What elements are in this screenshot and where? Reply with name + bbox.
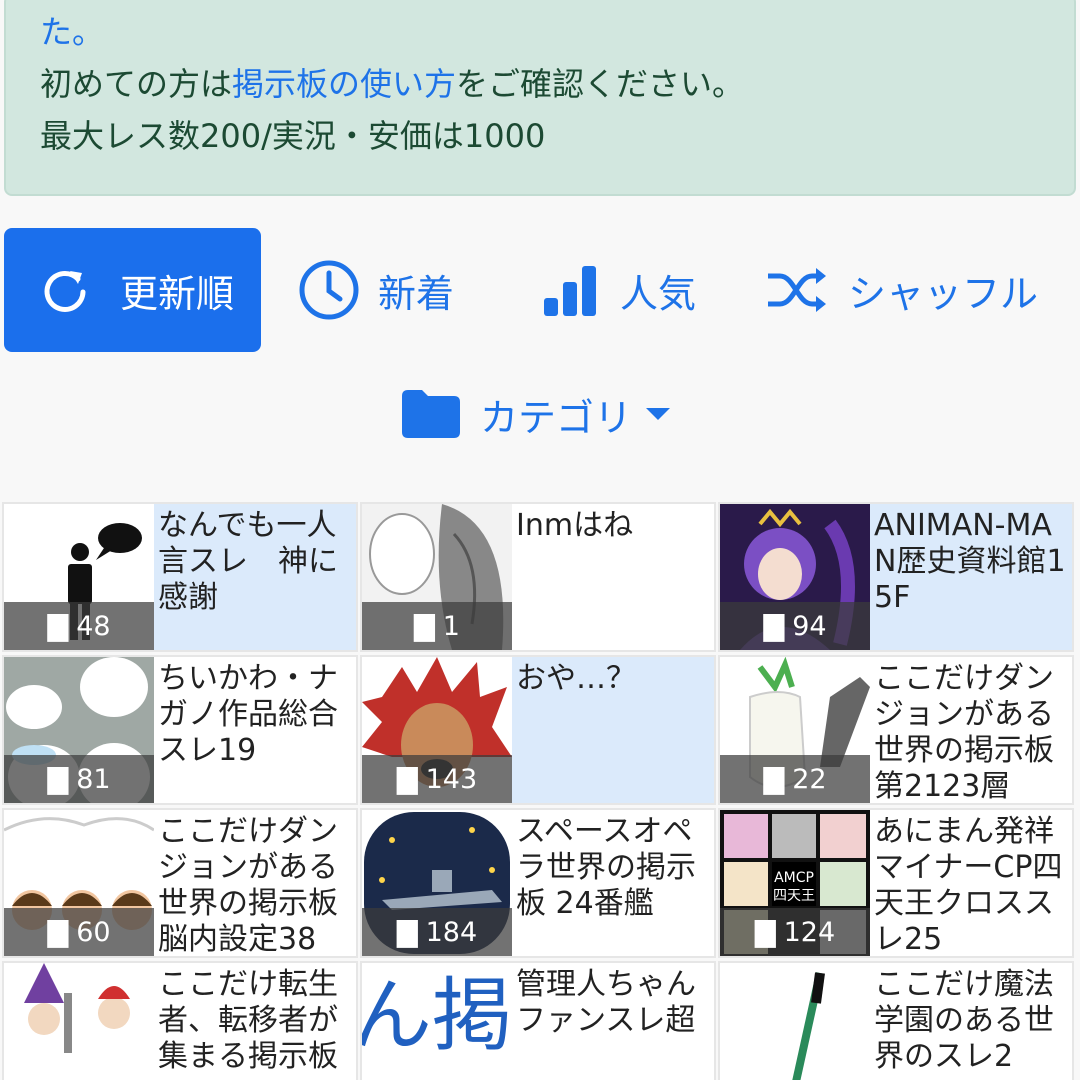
svg-text:ん掲: ん掲 — [362, 969, 512, 1062]
shuffle-icon — [768, 268, 826, 312]
thread-card[interactable]: ▇ 94 ANIMAN-MAN歴史資料館15F — [718, 502, 1074, 652]
sort-new-label: 新着 — [378, 271, 455, 316]
reply-count: ▇ 184 — [362, 908, 512, 956]
caret-down-icon — [646, 408, 671, 420]
thread-title: あにまん発祥マイナーCP四天王クロススレ25 — [874, 814, 1063, 957]
thread-card[interactable]: ▇ 22 ここだけダンジョンがある世界の掲示板第2123層 — [718, 655, 1074, 805]
reply-count: ▇ 143 — [362, 755, 512, 803]
thread-card[interactable]: ▇ 1 Inmはね — [360, 502, 716, 652]
thread-title: ANIMAN-MAN歴史資料館15F — [874, 508, 1066, 615]
sort-new-button[interactable]: 新着 — [298, 228, 454, 352]
reply-count: ▇ 81 — [4, 755, 154, 803]
notice-text: をご確認ください。 — [456, 65, 745, 103]
category-dropdown[interactable]: カテゴリ — [400, 376, 672, 452]
comment-icon: ▇ — [414, 610, 435, 642]
reply-count: ▇ 1 — [362, 602, 512, 650]
comment-icon: ▇ — [47, 610, 69, 642]
notice-line-2: 初めての方は掲示板の使い方をご確認ください。 — [40, 58, 1074, 110]
notice-box: た。 初めての方は掲示板の使い方をご確認ください。 最大レス数200/実況・安価… — [4, 0, 1076, 196]
thread-title: ちいかわ・ナガノ作品総合スレ19 — [158, 661, 338, 768]
thread-title: 管理人ちゃんファンスレ超 — [516, 967, 696, 1038]
bar-chart-icon — [544, 266, 596, 316]
sort-popular-label: 人気 — [620, 271, 697, 316]
thread-title: ここだけダンジョンがある世界の掲示板第2123層 — [874, 661, 1054, 804]
thread-card[interactable]: ▇ 48 なんでも一人言スレ 神に感謝 — [2, 502, 358, 652]
thread-thumbnail: ん掲 — [362, 963, 512, 1080]
comment-icon: ▇ — [47, 763, 69, 795]
notice-text: 初めての方は — [40, 65, 233, 103]
folder-icon — [402, 390, 460, 438]
comment-icon: ▇ — [47, 916, 69, 948]
thread-title: Inmはね — [516, 508, 634, 543]
reply-count: ▇ 60 — [4, 908, 154, 956]
thread-title: スペースオペラ世界の掲示板 24番艦 — [516, 814, 696, 921]
thread-card[interactable]: ここだけ魔法学園のある世界のスレ2 — [718, 961, 1074, 1080]
refresh-icon — [44, 270, 86, 312]
notice-line-1: た。 — [40, 13, 105, 51]
notice-line-3: 最大レス数200/実況・安価は1000 — [40, 117, 546, 155]
reply-count: ▇ 22 — [720, 755, 870, 803]
thread-thumbnail — [4, 963, 154, 1080]
comment-icon: ▇ — [396, 763, 418, 795]
thread-card[interactable]: ▇ 81 ちいかわ・ナガノ作品総合スレ19 — [2, 655, 358, 805]
comment-icon: ▇ — [396, 916, 418, 948]
reply-count: ▇ 48 — [4, 602, 154, 650]
svg-text:AMCP: AMCP — [774, 870, 814, 886]
thread-card[interactable]: AMCP 四天王 ▇ 124 あにまん発祥マイナーCP四天王クロススレ25 — [718, 808, 1074, 958]
reply-count: ▇ 124 — [720, 908, 870, 956]
thread-card[interactable]: ここだけ転生者、転移者が集まる掲示板 — [2, 961, 358, 1080]
thread-title: ここだけ魔法学園のある世界のスレ2 — [874, 967, 1054, 1074]
thread-title: ここだけ転生者、転移者が集まる掲示板 — [158, 967, 338, 1074]
reply-count: ▇ 94 — [720, 602, 870, 650]
thread-card[interactable]: ▇ 143 おや…？ — [360, 655, 716, 805]
clock-icon — [299, 260, 359, 320]
sort-update-label: 更新順 — [120, 271, 235, 316]
thread-card[interactable]: ▇ 184 スペースオペラ世界の掲示板 24番艦 — [360, 808, 716, 958]
thread-card[interactable]: ん掲 管理人ちゃんファンスレ超 — [360, 961, 716, 1080]
sort-shuffle-button[interactable]: シャッフル — [766, 228, 1038, 352]
thread-title: なんでも一人言スレ 神に感謝 — [158, 508, 338, 615]
comment-icon: ▇ — [763, 610, 785, 642]
usage-guide-link[interactable]: 掲示板の使い方 — [232, 65, 456, 103]
thread-thumbnail — [720, 963, 870, 1080]
comment-icon: ▇ — [763, 763, 785, 795]
thread-card[interactable]: ▇ 60 ここだけダンジョンがある世界の掲示板脳内設定38 — [2, 808, 358, 958]
sort-bar: 更新順 新着 人気 シャッフル — [0, 228, 1080, 352]
sort-shuffle-label: シャッフル — [848, 271, 1039, 316]
thread-title: おや…？ — [516, 661, 636, 696]
svg-text:四天王: 四天王 — [773, 888, 815, 904]
comment-icon: ▇ — [754, 916, 776, 948]
thread-title: ここだけダンジョンがある世界の掲示板脳内設定38 — [158, 814, 338, 957]
sort-update-button[interactable]: 更新順 — [4, 228, 261, 352]
category-label: カテゴリ — [480, 395, 633, 440]
sort-popular-button[interactable]: 人気 — [542, 228, 696, 352]
